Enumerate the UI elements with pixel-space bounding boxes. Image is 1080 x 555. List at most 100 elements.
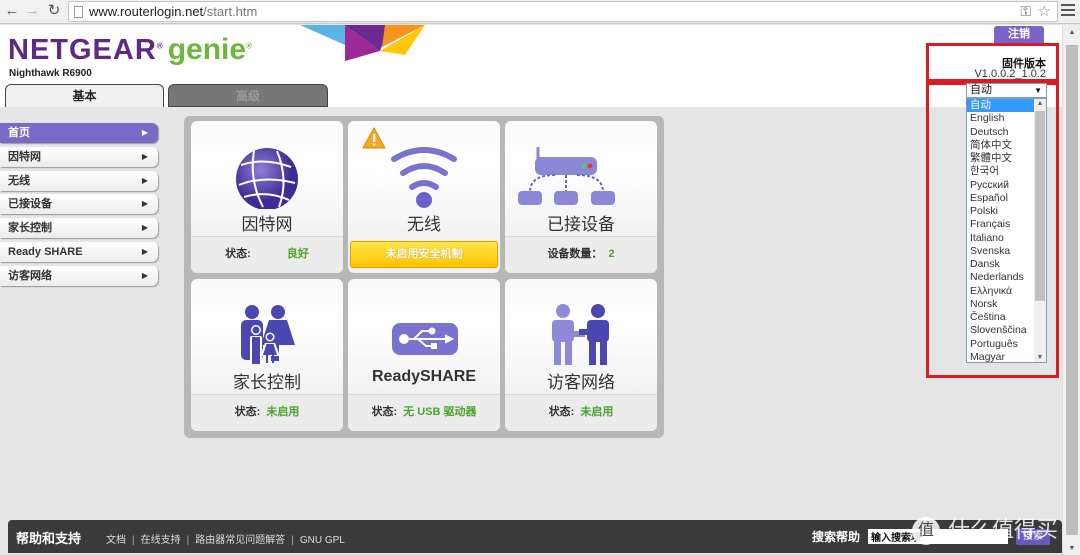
help-support-footer: 帮助和支持 文档|在线支持|路由器常见问题解答|GNU GPL 搜索帮助 搜索: [8, 520, 1062, 553]
arrow-right-icon: ▶: [141, 223, 148, 232]
language-option[interactable]: Italiano: [967, 232, 1035, 245]
language-option[interactable]: Dansk: [967, 258, 1035, 271]
language-option[interactable]: Norsk: [967, 298, 1035, 311]
link-online-support[interactable]: 在线支持: [141, 535, 181, 546]
card-title: 无线: [407, 215, 441, 234]
language-option[interactable]: Polski: [967, 205, 1035, 218]
network-devices-icon: [505, 145, 657, 209]
internet-status: 状态: 良好: [191, 236, 343, 273]
sidebar-item-attached-devices[interactable]: 已接设备 ▶: [0, 194, 158, 214]
scroll-thumb[interactable]: [1035, 111, 1045, 301]
menu-icon[interactable]: [1061, 4, 1075, 18]
language-option[interactable]: Svenska: [967, 245, 1035, 258]
family-icon: [191, 303, 343, 367]
language-dropdown-list[interactable]: 自动 English Deutsch 简体中文 繁體中文 한국어 Русский…: [966, 98, 1047, 363]
sidebar-item-wireless[interactable]: 无线 ▶: [0, 171, 158, 191]
arrow-right-icon: ▶: [141, 176, 148, 185]
netgear-genie-logo: NETGEAR® genie®: [8, 33, 253, 66]
language-option[interactable]: 简体中文: [967, 139, 1035, 152]
language-option[interactable]: 한국어: [967, 165, 1035, 178]
language-option[interactable]: Español: [967, 192, 1035, 205]
card-title: 已接设备: [547, 215, 615, 234]
sidebar-item-home[interactable]: 首页 ▶: [0, 123, 158, 143]
router-model: Nighthawk R6900: [9, 68, 92, 79]
reload-icon[interactable]: ↻: [46, 3, 62, 19]
wifi-icon: [348, 145, 500, 209]
guest-network-status: 状态: 未启用: [505, 394, 657, 431]
scroll-down-icon[interactable]: ▼: [1063, 545, 1080, 552]
security-warning-bar[interactable]: 未启用安全机制: [350, 241, 498, 268]
tab-basic[interactable]: 基本: [5, 84, 164, 107]
language-option[interactable]: Čeština: [967, 311, 1035, 324]
language-option[interactable]: Deutsch: [967, 126, 1035, 139]
usb-icon: [348, 303, 500, 367]
language-option[interactable]: 自动: [967, 99, 1035, 113]
card-title: ReadySHARE: [371, 368, 477, 385]
divider: |: [291, 535, 294, 546]
card-title: 因特网: [241, 215, 293, 234]
arrow-right-icon: ▶: [141, 152, 148, 161]
language-option[interactable]: Français: [967, 218, 1035, 231]
parental-controls-card[interactable]: 家长控制 状态: 未启用: [191, 279, 343, 431]
link-documentation[interactable]: 文档: [106, 535, 126, 546]
readyshare-card[interactable]: ReadySHARE 状态: 无 USB 驱动器: [348, 279, 500, 431]
browser-toolbar: ← → ↻ www.routerlogin.net/start.htm ⚿ ☆: [0, 0, 1080, 24]
search-help-label: 搜索帮助: [812, 530, 861, 544]
firmware-version: V1.0.0.2_1.0.2: [974, 68, 1046, 80]
bookmark-star-icon[interactable]: ☆: [1038, 2, 1051, 20]
back-arrow-icon[interactable]: ←: [4, 3, 20, 19]
language-list-scrollbar[interactable]: ▲ ▼: [1034, 99, 1046, 362]
key-icon[interactable]: ⚿: [1020, 3, 1031, 20]
globe-icon: [191, 145, 343, 210]
address-bar[interactable]: www.routerlogin.net/start.htm ⚿ ☆: [68, 1, 1058, 22]
link-gnu-gpl[interactable]: GNU GPL: [300, 535, 345, 546]
language-option[interactable]: Magyar: [967, 351, 1035, 362]
page-scrollbar[interactable]: ▲ ▼: [1062, 25, 1080, 555]
divider: |: [186, 535, 190, 546]
arrow-right-icon: ▶: [141, 199, 148, 208]
language-option[interactable]: Русский: [967, 179, 1035, 192]
attached-devices-card[interactable]: 已接设备 设备数量： 2: [505, 121, 657, 273]
readyshare-status: 状态: 无 USB 驱动器: [348, 394, 500, 431]
device-count-status: 设备数量： 2: [505, 236, 657, 273]
forward-arrow-icon[interactable]: →: [24, 3, 40, 19]
dashboard-panel: 因特网 状态: 良好 无线 未启用安全机制 已接设备 设备数量： 2 家长控制 …: [184, 116, 664, 438]
sidebar-item-guest-network[interactable]: 访客网络 ▶: [0, 266, 158, 286]
card-title: 访客网络: [547, 373, 615, 392]
language-option[interactable]: Nederlands: [967, 271, 1035, 284]
tab-advanced[interactable]: 高级: [168, 84, 328, 107]
scroll-up-icon[interactable]: ▲: [1063, 29, 1080, 36]
parental-controls-status: 状态: 未启用: [191, 394, 343, 431]
guest-handshake-icon: [505, 303, 657, 367]
card-title: 家长控制: [233, 373, 301, 392]
link-router-faq[interactable]: 路由器常见问题解答: [195, 535, 285, 546]
language-select[interactable]: 自动 ▼: [966, 83, 1047, 98]
page-header: NETGEAR® genie® Nighthawk R6900 基本 高级: [0, 25, 1062, 107]
logout-button[interactable]: 注销: [994, 26, 1044, 43]
divider: |: [132, 535, 135, 546]
sidebar-item-parental-controls[interactable]: 家长控制 ▶: [0, 218, 158, 238]
decorative-polygons: [300, 25, 425, 61]
sidebar-item-internet[interactable]: 因特网 ▶: [0, 147, 158, 167]
language-option[interactable]: 繁體中文: [967, 152, 1035, 165]
language-option[interactable]: English: [967, 112, 1035, 125]
language-option[interactable]: Português: [967, 338, 1035, 351]
language-option[interactable]: Ελληνικά: [967, 285, 1035, 298]
arrow-right-icon: ▶: [141, 128, 148, 137]
url-text: www.routerlogin.net/start.htm: [89, 4, 258, 19]
watermark: 值什么值得买: [912, 512, 1058, 546]
sidebar-item-readyshare[interactable]: Ready SHARE ▶: [0, 242, 158, 262]
language-option[interactable]: Slovenščina: [967, 324, 1035, 337]
dropdown-arrow-icon: ▼: [1034, 86, 1042, 95]
scroll-down-icon[interactable]: ▼: [1034, 354, 1046, 361]
firmware-highlight-box: 固件版本 V1.0.0.2_1.0.2: [926, 43, 1059, 82]
guest-network-card[interactable]: 访客网络 状态: 未启用: [505, 279, 657, 431]
internet-card[interactable]: 因特网 状态: 良好: [191, 121, 343, 273]
wireless-card[interactable]: 无线 未启用安全机制: [348, 121, 500, 273]
footer-links: 文档 | 在线支持 | 路由器常见问题解答 | GNU GPL: [106, 531, 345, 546]
scroll-up-icon[interactable]: ▲: [1034, 100, 1046, 107]
arrow-right-icon: ▶: [141, 247, 148, 256]
footer-title: 帮助和支持: [16, 531, 82, 546]
scroll-thumb[interactable]: [1066, 45, 1078, 535]
arrow-right-icon: ▶: [141, 271, 148, 280]
